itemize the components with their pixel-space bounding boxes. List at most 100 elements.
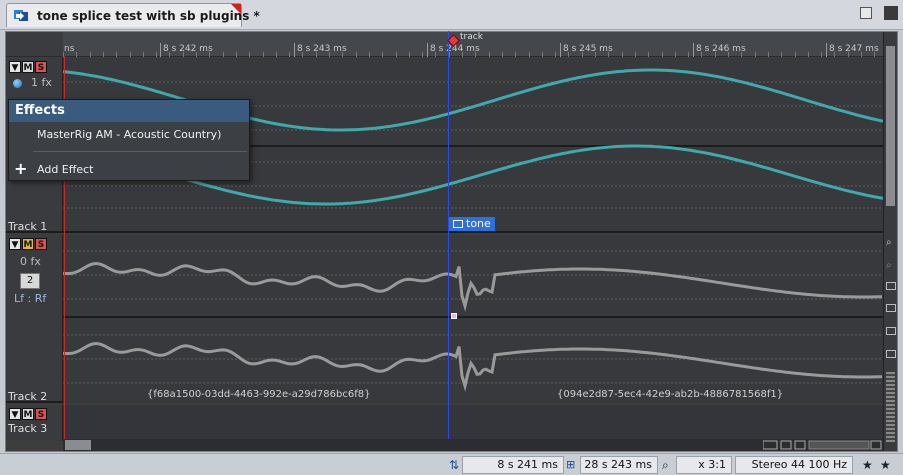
ruler-minor-tick [661, 52, 663, 57]
app-window: tone splice test with sb plugins * ns 8 … [0, 0, 903, 475]
star-icon[interactable]: ★ [880, 458, 891, 472]
cursor-time[interactable]: 8 s 241 ms [462, 456, 564, 474]
ruler-minor-tick [714, 52, 716, 57]
mute-button[interactable]: M [22, 61, 34, 73]
vertical-scrollbar[interactable]: ⌕ ⌕ [883, 32, 897, 451]
ruler-minor-tick [608, 52, 610, 57]
ruler-minor-tick [382, 52, 384, 57]
title-bar: tone splice test with sb plugins * [0, 0, 903, 30]
ruler-minor-tick [568, 52, 570, 57]
ruler-tick [693, 43, 694, 57]
ruler-minor-tick [275, 52, 277, 57]
ruler-minor-tick [475, 52, 477, 57]
audio-montage-icon [14, 10, 28, 21]
track-3[interactable]: ▼ M S Track 3 [6, 405, 883, 441]
window-menu-button[interactable] [884, 6, 898, 20]
ruler-minor-tick [355, 52, 357, 57]
ruler-minor-tick [674, 52, 676, 57]
ruler-label: 8 s 243 ms [297, 44, 347, 54]
zoom-level[interactable]: x 3:1 [676, 456, 732, 474]
track-menu-button[interactable]: ▼ [9, 408, 21, 420]
track-height-icon[interactable] [886, 350, 896, 358]
solo-button[interactable]: S [35, 61, 47, 73]
track-fx-count[interactable]: 1 fx [31, 76, 52, 89]
track-2-wave-svg [62, 250, 883, 392]
ruler-minor-tick [861, 52, 862, 57]
mute-button[interactable]: M [22, 408, 34, 420]
add-effect-item[interactable]: Add Effect [37, 163, 93, 176]
ruler-label: 8 s 246 ms [696, 44, 746, 54]
horizontal-scrollbar[interactable] [63, 439, 883, 451]
clip-name-tag[interactable]: tone [449, 217, 495, 231]
zoom-out-icon[interactable]: ⌕ [886, 260, 896, 271]
track-fx-count[interactable]: 0 fx [20, 255, 41, 268]
ruler-minor-tick [847, 52, 849, 57]
solo-button[interactable]: S [35, 238, 47, 250]
track-marker-label: track [460, 32, 483, 42]
track-height-icon[interactable] [886, 327, 896, 335]
ruler-minor-tick [222, 52, 224, 57]
menu-separator [33, 151, 247, 152]
ruler-label: 8 s 245 ms [563, 44, 613, 54]
track-3-controls: ▼ M S Track 3 [6, 405, 63, 441]
solo-button[interactable]: S [35, 408, 47, 420]
ruler-minor-tick [182, 52, 184, 57]
ruler-minor-tick [196, 52, 197, 57]
ruler-minor-tick [422, 52, 424, 57]
track-menu-button[interactable]: ▼ [9, 238, 21, 250]
track-2-controls: ▼ M S 0 fx 2 Lf : Rf Track 2 [6, 235, 63, 403]
favorites-icon[interactable]: ★ [862, 458, 873, 472]
ruler-minor-tick [76, 52, 78, 57]
vertical-zoom-slider[interactable] [886, 372, 895, 442]
vertical-scroll-thumb[interactable] [886, 46, 895, 206]
track-3-waveform[interactable] [63, 405, 883, 439]
horizontal-scroll-thumb[interactable] [65, 440, 91, 450]
ruler-minor-tick [648, 52, 650, 57]
ruler-minor-tick [262, 52, 264, 57]
crossfade-handle[interactable] [451, 313, 457, 319]
track-height-icon[interactable] [886, 304, 896, 312]
ruler-minor-tick [621, 52, 623, 57]
audio-format[interactable]: Stereo 44 100 Hz [735, 456, 853, 474]
ruler-minor-tick [302, 52, 304, 57]
track-1-buttons: ▼ M S [9, 61, 47, 73]
track-2-waveform[interactable]: {f68a1500-03dd-4463-992e-a29d786bc6f8} {… [62, 235, 883, 403]
ruler-tick [826, 43, 827, 57]
zoom-controls-icon[interactable] [763, 440, 883, 450]
ruler-minor-tick [156, 52, 158, 57]
ruler-minor-tick [555, 52, 557, 57]
selection-time[interactable]: 28 s 243 ms [580, 456, 658, 474]
ruler-minor-tick [435, 52, 437, 57]
track-name: Track 2 [8, 390, 48, 403]
document-tab[interactable]: tone splice test with sb plugins * [6, 3, 260, 27]
track-menu-button[interactable]: ▼ [9, 61, 21, 73]
ruler-tick [427, 43, 428, 57]
restore-window-button[interactable] [860, 7, 872, 19]
ruler-minor-tick [462, 52, 463, 57]
ruler-minor-tick [116, 52, 118, 57]
playback-cursor[interactable] [448, 31, 449, 439]
mute-button[interactable]: M [22, 238, 34, 250]
channel-mode[interactable]: Lf : Rf [14, 292, 46, 305]
effect-item[interactable]: MasterRig AM - Acoustic Country) [37, 128, 221, 141]
ruler-minor-tick [395, 52, 397, 57]
ruler-minor-tick [834, 52, 836, 57]
ruler-minor-tick [728, 52, 729, 57]
ruler-minor-tick [701, 52, 703, 57]
track-2[interactable]: ▼ M S 0 fx 2 Lf : Rf Track 2 {f68a1500-0… [6, 235, 883, 403]
channel-count-button[interactable]: 2 [20, 273, 40, 289]
ruler-tick [294, 43, 295, 57]
track-height-icon[interactable] [886, 282, 896, 290]
track-3-buttons: ▼ M S [9, 408, 47, 420]
ruler-minor-tick [741, 52, 743, 57]
track-effects-indicator-icon[interactable] [13, 79, 22, 88]
ruler-minor-tick [634, 52, 636, 57]
zoom-in-icon[interactable]: ⌕ [886, 237, 896, 248]
ruler-minor-tick [342, 52, 344, 57]
ruler-minor-tick [169, 52, 171, 57]
ruler-tick [160, 43, 161, 57]
clip-id-right: {094e2d87-5ec4-42e9-ab2b-4886781568f1} [557, 389, 784, 400]
left-channel-wave [62, 261, 883, 312]
ruler-label: 8 s 247 ms [829, 44, 879, 54]
ruler-minor-tick [515, 52, 517, 57]
